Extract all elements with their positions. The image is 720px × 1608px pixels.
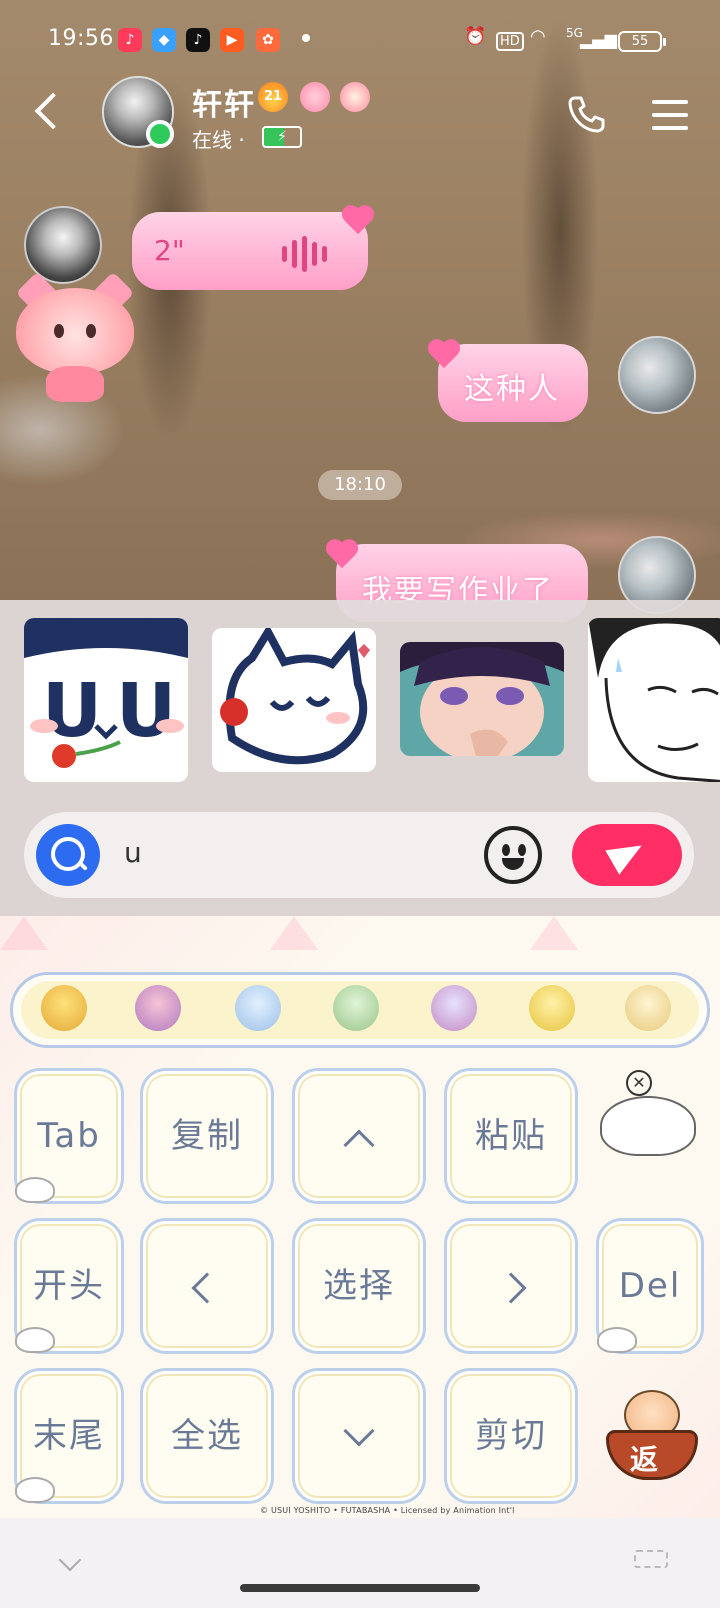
- home-indicator[interactable]: [240, 1584, 480, 1592]
- contact-message-avatar[interactable]: [24, 206, 102, 284]
- paste-key[interactable]: 粘贴: [444, 1068, 578, 1204]
- message-input-bar: u: [24, 812, 694, 898]
- message-text: 这种人: [464, 372, 560, 407]
- music-app-icon: ♪: [118, 28, 142, 52]
- back-icon[interactable]: [34, 92, 72, 130]
- status-separator: ·: [238, 128, 245, 152]
- my-avatar[interactable]: [618, 336, 696, 414]
- more-notifications-icon: [302, 34, 310, 42]
- system-bottom-bar: [0, 1518, 720, 1608]
- select-key-label: 选择: [323, 1266, 395, 1306]
- keyboard-toolbar: [10, 972, 710, 1048]
- hd-icon: HD: [496, 32, 524, 51]
- delete-key-label: Del: [618, 1266, 682, 1306]
- cat-rose-sticker[interactable]: [212, 628, 376, 772]
- phone-call-icon[interactable]: [566, 94, 606, 134]
- sleeping-bunny-sticker: [600, 1096, 696, 1156]
- fire-streak-badge[interactable]: 21: [258, 82, 288, 112]
- copyright-text: © USUI YOSHITO • FUTABASHA • Licensed by…: [260, 1506, 515, 1515]
- return-key[interactable]: 返: [606, 1390, 698, 1482]
- anime-girl-sticker[interactable]: [400, 642, 564, 756]
- chevron-up-icon: [343, 1128, 375, 1161]
- app-icon: ✿: [256, 28, 280, 52]
- lightbulb-icon[interactable]: [235, 985, 281, 1031]
- video-app-icon: ▶: [220, 28, 244, 52]
- battery-icon: 55: [618, 31, 666, 52]
- voice-message-bubble[interactable]: 2": [132, 212, 368, 290]
- tab-key-label: Tab: [37, 1116, 101, 1156]
- online-status: 在线 ·: [192, 124, 245, 153]
- menu-icon[interactable]: [652, 100, 688, 130]
- browser-app-icon: ◆: [152, 28, 176, 52]
- status-time: 19:56: [48, 26, 114, 51]
- emoji-icon[interactable]: [484, 826, 542, 884]
- chat-header: 轩轩 21 在线 · ⚡: [0, 72, 720, 158]
- svg-text:U: U: [116, 668, 176, 754]
- cut-key-label: 剪切: [475, 1416, 547, 1456]
- end-key[interactable]: 末尾: [14, 1368, 124, 1504]
- cake-badge-icon[interactable]: [340, 82, 370, 112]
- voice-duration: 2": [154, 234, 185, 267]
- heart-decoration-icon: [346, 206, 376, 236]
- bow-star-icon[interactable]: [431, 985, 477, 1031]
- burger-icon[interactable]: [41, 985, 87, 1031]
- heart-decoration-icon: [432, 340, 462, 370]
- streak-count: 21: [263, 89, 283, 104]
- send-button[interactable]: [572, 824, 682, 886]
- signal-icon: ▂▄▆: [580, 30, 617, 49]
- svg-text:U: U: [42, 668, 102, 754]
- custom-keyboard: Tab 复制 粘贴 ✕ 开头 选择 Del 末尾 全选 剪切 返: [0, 916, 720, 1608]
- teapot-icon[interactable]: [529, 985, 575, 1031]
- cat-uvu-sticker[interactable]: U U: [24, 618, 188, 782]
- mascot-badge-icon[interactable]: [300, 82, 330, 112]
- battery-level: 55: [631, 34, 649, 49]
- copy-key-label: 复制: [171, 1116, 243, 1156]
- select-all-key-label: 全选: [171, 1416, 243, 1456]
- return-key-label: 返: [630, 1443, 659, 1476]
- tab-key[interactable]: Tab: [14, 1068, 124, 1204]
- online-status-text: 在线: [192, 128, 232, 152]
- search-icon[interactable]: [36, 824, 100, 886]
- select-all-key[interactable]: 全选: [140, 1368, 274, 1504]
- manga-man-sticker[interactable]: [588, 618, 720, 782]
- left-key[interactable]: [140, 1218, 274, 1354]
- down-key[interactable]: [292, 1368, 426, 1504]
- status-bar: 19:56 ♪ ◆ ♪ ▶ ✿ ⏰ HD ◠ 5G ▂▄▆ 55: [0, 0, 720, 82]
- close-icon: ✕: [626, 1070, 652, 1096]
- wifi-icon: ◠: [530, 26, 546, 47]
- pink-mascot-sticker: [10, 271, 140, 404]
- chevron-down-icon: [343, 1414, 375, 1447]
- end-key-label: 末尾: [33, 1416, 105, 1456]
- right-key[interactable]: [444, 1218, 578, 1354]
- up-key[interactable]: [292, 1068, 426, 1204]
- chevron-left-icon: [191, 1271, 223, 1304]
- umbrella-icon[interactable]: [625, 985, 671, 1031]
- pen-icon[interactable]: [333, 985, 379, 1031]
- paste-key-label: 粘贴: [475, 1116, 547, 1156]
- contact-name[interactable]: 轩轩: [192, 80, 256, 124]
- delete-key[interactable]: Del: [596, 1218, 704, 1354]
- chevron-right-icon: [495, 1271, 527, 1304]
- keyboard-switch-icon[interactable]: [634, 1550, 668, 1568]
- message-timestamp: 18:10: [318, 470, 402, 500]
- cake-icon[interactable]: [135, 985, 181, 1031]
- online-indicator: [146, 120, 174, 148]
- cut-key[interactable]: 剪切: [444, 1368, 578, 1504]
- copy-key[interactable]: 复制: [140, 1068, 274, 1204]
- select-key[interactable]: 选择: [292, 1218, 426, 1354]
- home-key[interactable]: 开头: [14, 1218, 124, 1354]
- charging-icon: ⚡: [262, 126, 302, 148]
- alarm-icon: ⏰: [464, 26, 487, 47]
- keyboard-collapse-icon[interactable]: [58, 1548, 82, 1572]
- message-input[interactable]: u: [124, 836, 142, 869]
- tiktok-app-icon: ♪: [186, 28, 210, 52]
- home-key-label: 开头: [33, 1266, 105, 1306]
- sticker-suggestion-panel: U U u: [0, 600, 720, 916]
- heart-decoration-icon: [330, 540, 360, 570]
